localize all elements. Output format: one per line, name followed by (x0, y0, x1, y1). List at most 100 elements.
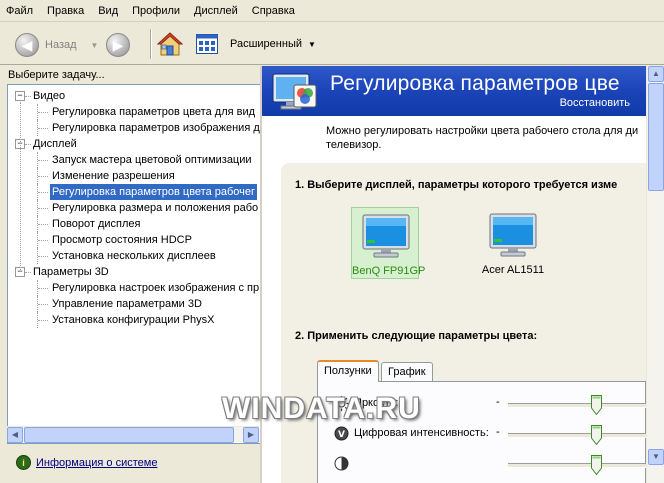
task-panel: Выберите задачу... − Видео Регулировка пар… (0, 66, 261, 483)
tree-item-label: Управление параметрами 3D (52, 298, 202, 310)
scroll-right-icon[interactable]: ▶ (243, 427, 259, 443)
page-header: Регулировка параметров цве Восстановить (262, 66, 646, 116)
tree-item[interactable]: Управление параметрами 3D (8, 296, 260, 312)
tree-horizontal-scrollbar[interactable]: ◀ ▶ (7, 426, 259, 443)
tree-connector (38, 192, 48, 193)
settings-area: 1. Выберите дисплей, параметры которого … (281, 163, 646, 483)
display-name: Acer AL1511 (481, 264, 545, 276)
tree-item-label-selected: Регулировка параметров цвета рабочег (50, 184, 258, 200)
tree-item[interactable]: Регулировка параметров цвета для вид (8, 104, 260, 120)
tree-connector (38, 112, 48, 113)
tree-item[interactable]: Изменение разрешения (8, 168, 260, 184)
tree-connector (38, 240, 48, 241)
vibrance-slider-row: V Цифровая интенсивность: - (318, 425, 646, 445)
tree-item-label: Регулировка настроек изображения с пр (52, 282, 260, 294)
monitor-icon (489, 213, 537, 257)
brightness-minus: - (496, 396, 500, 408)
tree-item[interactable]: Регулировка настроек изображения с пр (8, 280, 260, 296)
tree-item-label: Регулировка размера и положения рабо (52, 202, 259, 214)
back-label: Назад (45, 39, 77, 51)
tree-item[interactable]: Регулировка параметров изображения д (8, 120, 260, 136)
color-settings-icon (272, 73, 317, 110)
home-button[interactable] (157, 31, 183, 57)
tree-category-label: Дисплей (33, 138, 77, 150)
menu-bar: Файл Правка Вид Профили Дисплей Справка (0, 0, 664, 22)
task-panel-title: Выберите задачу... (8, 69, 105, 81)
page-title: Регулировка параметров цве (330, 72, 620, 95)
slider-thumb[interactable] (590, 455, 602, 475)
restore-defaults-link[interactable]: Восстановить (560, 97, 630, 109)
tab-sliders[interactable]: Ползунки (317, 360, 379, 382)
back-button[interactable]: ◀ Назад ▼ (15, 33, 98, 57)
vibrance-minus: - (496, 426, 500, 438)
tree-category-label: Видео (33, 90, 66, 102)
third-slider-row (318, 455, 646, 475)
tree-item[interactable]: Установка нескольких дисплеев (8, 248, 260, 264)
tree-connector (38, 288, 48, 289)
system-info-link[interactable]: i Информация о системе (16, 455, 157, 470)
tab-graph[interactable]: График (381, 362, 433, 381)
tree-item-label: Поворот дисплея (52, 218, 141, 230)
svg-text:V: V (338, 430, 345, 440)
display-name: BenQ FP91GP (352, 265, 426, 277)
system-info-icon: i (16, 455, 31, 470)
slider-thumb[interactable] (590, 395, 602, 415)
slider-thumb[interactable] (590, 425, 602, 445)
menu-item[interactable]: Правка (47, 5, 84, 17)
scroll-down-icon[interactable]: ▼ (648, 449, 664, 465)
view-mode-label: Расширенный (230, 38, 302, 50)
view-grid-icon (196, 34, 218, 54)
tree-item[interactable]: Регулировка параметров цвета рабочег (8, 184, 260, 200)
collapse-icon[interactable]: − (15, 91, 25, 101)
step1-heading: 1. Выберите дисплей, параметры которого … (295, 179, 618, 191)
menu-item[interactable]: Профили (132, 5, 180, 17)
tree-item[interactable]: Запуск мастера цветовой оптимизации (8, 152, 260, 168)
scroll-up-icon[interactable]: ▲ (648, 66, 664, 82)
scroll-thumb[interactable] (24, 427, 234, 443)
tree-connector (25, 272, 31, 273)
tree-item-label: Установка конфигурации PhysX (52, 314, 215, 326)
content-vertical-scrollbar[interactable]: ▲ ▼ (646, 66, 664, 483)
contrast-icon (334, 456, 349, 471)
vibrance-label: Цифровая интенсивность: (354, 427, 489, 439)
tree-category[interactable]: − Дисплей (8, 136, 260, 152)
scroll-left-icon[interactable]: ◀ (7, 427, 23, 443)
home-icon (157, 32, 183, 56)
menu-item[interactable]: Справка (252, 5, 295, 17)
display-acer[interactable]: Acer AL1511 (479, 207, 547, 279)
tree-item-label: Запуск мастера цветовой оптимизации (52, 154, 252, 166)
step2-heading: 2. Применить следующие параметры цвета: (295, 330, 538, 342)
tree-category[interactable]: − Параметры 3D (8, 264, 260, 280)
tree-connector (38, 256, 48, 257)
monitor-icon (362, 214, 410, 258)
view-mode-button[interactable]: Расширенный ▼ (196, 34, 316, 54)
vibrance-icon: V (334, 426, 349, 441)
tree-connector (25, 144, 31, 145)
tree-category[interactable]: − Видео (8, 88, 260, 104)
tree-connector (20, 102, 21, 272)
toolbar: ◀ Назад ▼ ▶ Расширенный ▼ (0, 23, 664, 65)
scroll-thumb[interactable] (648, 83, 664, 191)
back-dropdown-icon[interactable]: ▼ (91, 41, 99, 50)
menu-item[interactable]: Файл (6, 5, 33, 17)
view-mode-dropdown-icon: ▼ (308, 39, 316, 49)
tree-connector (38, 176, 48, 177)
menu-item[interactable]: Вид (98, 5, 118, 17)
tree-connector (38, 128, 48, 129)
vibrance-slider[interactable] (508, 425, 646, 445)
system-info-label[interactable]: Информация о системе (36, 457, 157, 469)
third-slider[interactable] (508, 455, 646, 475)
tree-connector (38, 208, 48, 209)
tree-item[interactable]: Установка конфигурации PhysX (8, 312, 260, 328)
tree-connector (38, 320, 48, 321)
tree-item[interactable]: Регулировка размера и положения рабо (8, 200, 260, 216)
menu-item[interactable]: Дисплей (194, 5, 238, 17)
tree-item-label: Регулировка параметров цвета для вид (52, 106, 256, 118)
tree-connector (38, 224, 48, 225)
tree-item[interactable]: Просмотр состояния HDCP (8, 232, 260, 248)
brightness-slider[interactable] (508, 395, 646, 415)
display-benq[interactable]: BenQ FP91GP (351, 207, 426, 279)
forward-button[interactable]: ▶ (106, 33, 130, 57)
task-tree[interactable]: − Видео Регулировка параметров цвета для в… (7, 84, 261, 444)
tree-item[interactable]: Поворот дисплея (8, 216, 260, 232)
